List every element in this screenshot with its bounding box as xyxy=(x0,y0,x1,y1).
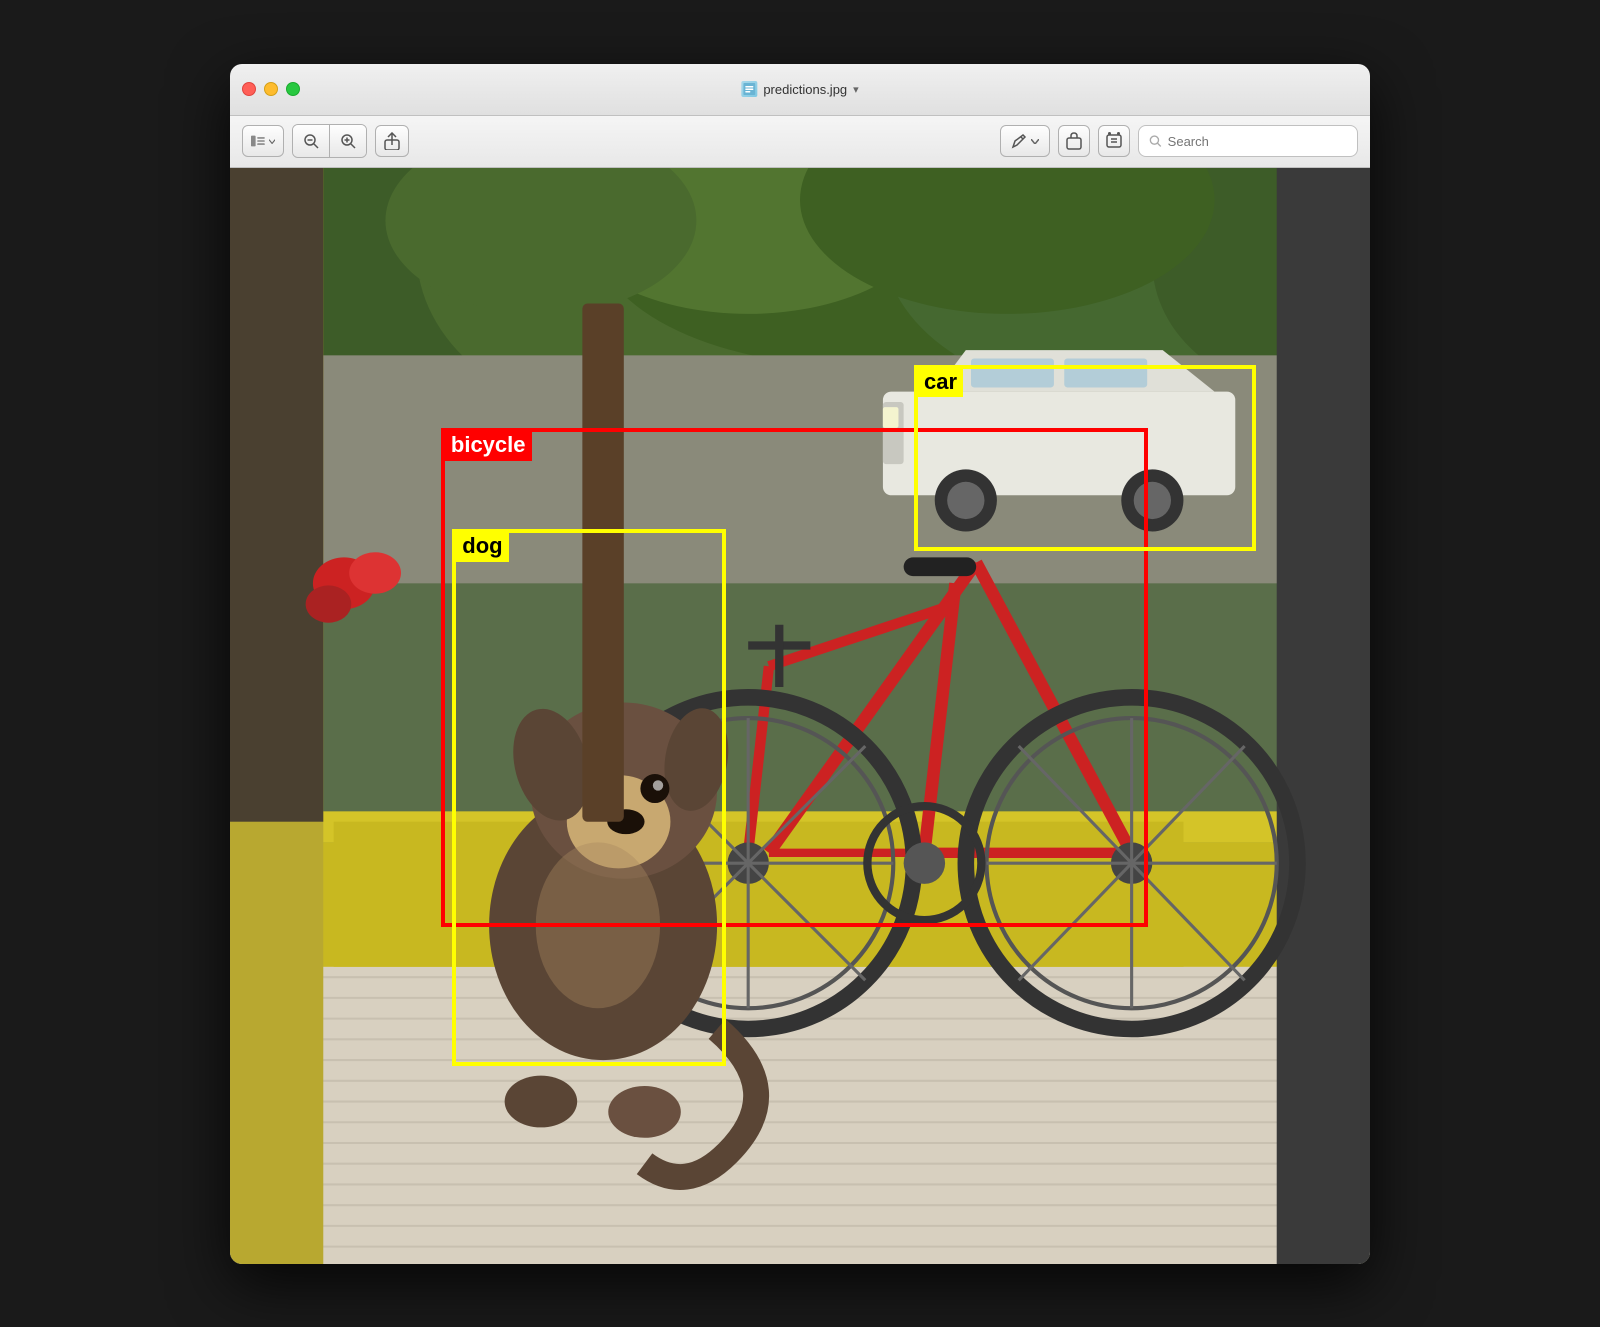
share-button[interactable] xyxy=(375,125,409,157)
action-share-icon xyxy=(1065,132,1083,150)
zoom-out-button[interactable] xyxy=(293,125,330,157)
title-chevron[interactable]: ▾ xyxy=(853,83,859,96)
file-icon xyxy=(741,81,757,97)
zoom-in-button[interactable] xyxy=(330,125,366,157)
action-share-button[interactable] xyxy=(1058,125,1090,157)
scene-image xyxy=(230,168,1370,1264)
traffic-lights xyxy=(242,82,300,96)
pen-chevron-icon xyxy=(1031,139,1039,144)
pen-icon xyxy=(1011,133,1027,149)
zoom-controls xyxy=(292,124,367,158)
app-window: predictions.jpg ▾ xyxy=(230,64,1370,1264)
image-container: bicycle dog car xyxy=(230,168,1370,1264)
minimize-button[interactable] xyxy=(264,82,278,96)
sidebar-toggle-icon xyxy=(251,134,265,148)
sidebar-chevron-icon xyxy=(269,139,275,144)
titlebar: predictions.jpg ▾ xyxy=(230,64,1370,116)
window-title-area: predictions.jpg ▾ xyxy=(741,81,858,97)
annotate-button[interactable] xyxy=(1000,125,1050,157)
toolbar xyxy=(230,116,1370,168)
info-icon xyxy=(1105,132,1123,150)
search-icon xyxy=(1149,134,1162,148)
window-title: predictions.jpg xyxy=(763,82,847,97)
share-icon xyxy=(384,132,400,150)
info-button[interactable] xyxy=(1098,125,1130,157)
content-area: bicycle dog car xyxy=(230,168,1370,1264)
search-box[interactable] xyxy=(1138,125,1358,157)
zoom-in-icon xyxy=(340,133,356,149)
zoom-out-icon xyxy=(303,133,319,149)
close-button[interactable] xyxy=(242,82,256,96)
sidebar-toggle-button[interactable] xyxy=(242,125,284,157)
maximize-button[interactable] xyxy=(286,82,300,96)
search-input[interactable] xyxy=(1168,134,1347,149)
